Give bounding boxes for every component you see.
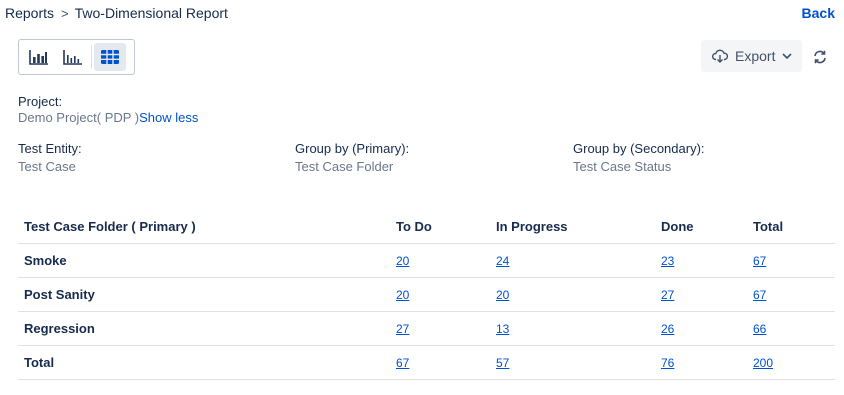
table-row: Regression 27 13 26 66 <box>18 311 835 346</box>
cell-link[interactable]: 13 <box>496 322 509 336</box>
cell-link[interactable]: 67 <box>753 254 766 268</box>
project-value: Demo Project( PDP ) <box>18 110 140 125</box>
column-header-todo: To Do <box>390 210 490 244</box>
cell-link[interactable]: 200 <box>753 356 773 370</box>
bar-chart-icon <box>29 50 48 65</box>
breadcrumb-reports[interactable]: Reports <box>5 5 54 21</box>
cell-link[interactable]: 23 <box>661 254 674 268</box>
report-table: Test Case Folder ( Primary ) To Do In Pr… <box>18 210 835 380</box>
table-header-row: Test Case Folder ( Primary ) To Do In Pr… <box>18 210 835 244</box>
column-chart-view-button[interactable] <box>57 43 89 71</box>
back-link[interactable]: Back <box>802 5 835 21</box>
cell-link[interactable]: 67 <box>753 288 766 302</box>
row-label: Smoke <box>18 243 390 278</box>
cell-link[interactable]: 27 <box>661 288 674 302</box>
show-less-link[interactable]: Show less <box>139 110 198 125</box>
project-value-line: Demo Project( PDP )Show less <box>18 110 198 125</box>
refresh-icon <box>814 50 826 64</box>
group-primary-label: Group by (Primary): <box>295 141 410 156</box>
table-grid-icon <box>101 50 119 64</box>
column-header-in-progress: In Progress <box>490 210 655 244</box>
export-button[interactable]: Export <box>701 40 802 72</box>
cell-link[interactable]: 26 <box>661 322 674 336</box>
column-header-total: Total <box>747 210 835 244</box>
column-header-folder: Test Case Folder ( Primary ) <box>18 210 390 244</box>
group-secondary-label: Group by (Secondary): <box>573 141 705 156</box>
top-bar: Reports > Two-Dimensional Report Back <box>5 4 835 22</box>
cell-link[interactable]: 66 <box>753 322 766 336</box>
group-primary-value: Test Case Folder <box>295 159 394 174</box>
table-view-button[interactable] <box>94 43 126 71</box>
export-label: Export <box>735 48 776 64</box>
cell-link[interactable]: 20 <box>396 254 409 268</box>
cell-link[interactable]: 27 <box>396 322 409 336</box>
cell-link[interactable]: 24 <box>496 254 509 268</box>
table-total-row: Total 67 57 76 200 <box>18 345 835 380</box>
row-label: Post Sanity <box>18 277 390 312</box>
cell-link[interactable]: 67 <box>396 356 409 370</box>
table-row: Post Sanity 20 20 27 67 <box>18 277 835 312</box>
group-secondary-value: Test Case Status <box>573 159 672 174</box>
refresh-button[interactable] <box>811 48 829 66</box>
breadcrumb-separator: > <box>61 5 69 21</box>
project-label: Project: <box>18 94 63 109</box>
test-entity-value: Test Case <box>18 159 76 174</box>
cell-link[interactable]: 20 <box>496 288 509 302</box>
column-chart-icon <box>63 50 82 65</box>
bar-chart-view-button[interactable] <box>23 43 55 71</box>
test-entity-label: Test Entity: <box>18 141 82 156</box>
cell-link[interactable]: 20 <box>396 288 409 302</box>
row-label: Total <box>18 345 390 380</box>
column-header-done: Done <box>655 210 747 244</box>
row-label: Regression <box>18 311 390 346</box>
view-toggle-group <box>18 39 135 75</box>
breadcrumb-current: Two-Dimensional Report <box>74 5 228 21</box>
cloud-download-icon <box>712 49 728 63</box>
toggle-divider <box>91 45 92 69</box>
table-row: Smoke 20 24 23 67 <box>18 243 835 278</box>
cell-link[interactable]: 76 <box>661 356 674 370</box>
cell-link[interactable]: 57 <box>496 356 509 370</box>
chevron-down-icon <box>782 53 792 59</box>
